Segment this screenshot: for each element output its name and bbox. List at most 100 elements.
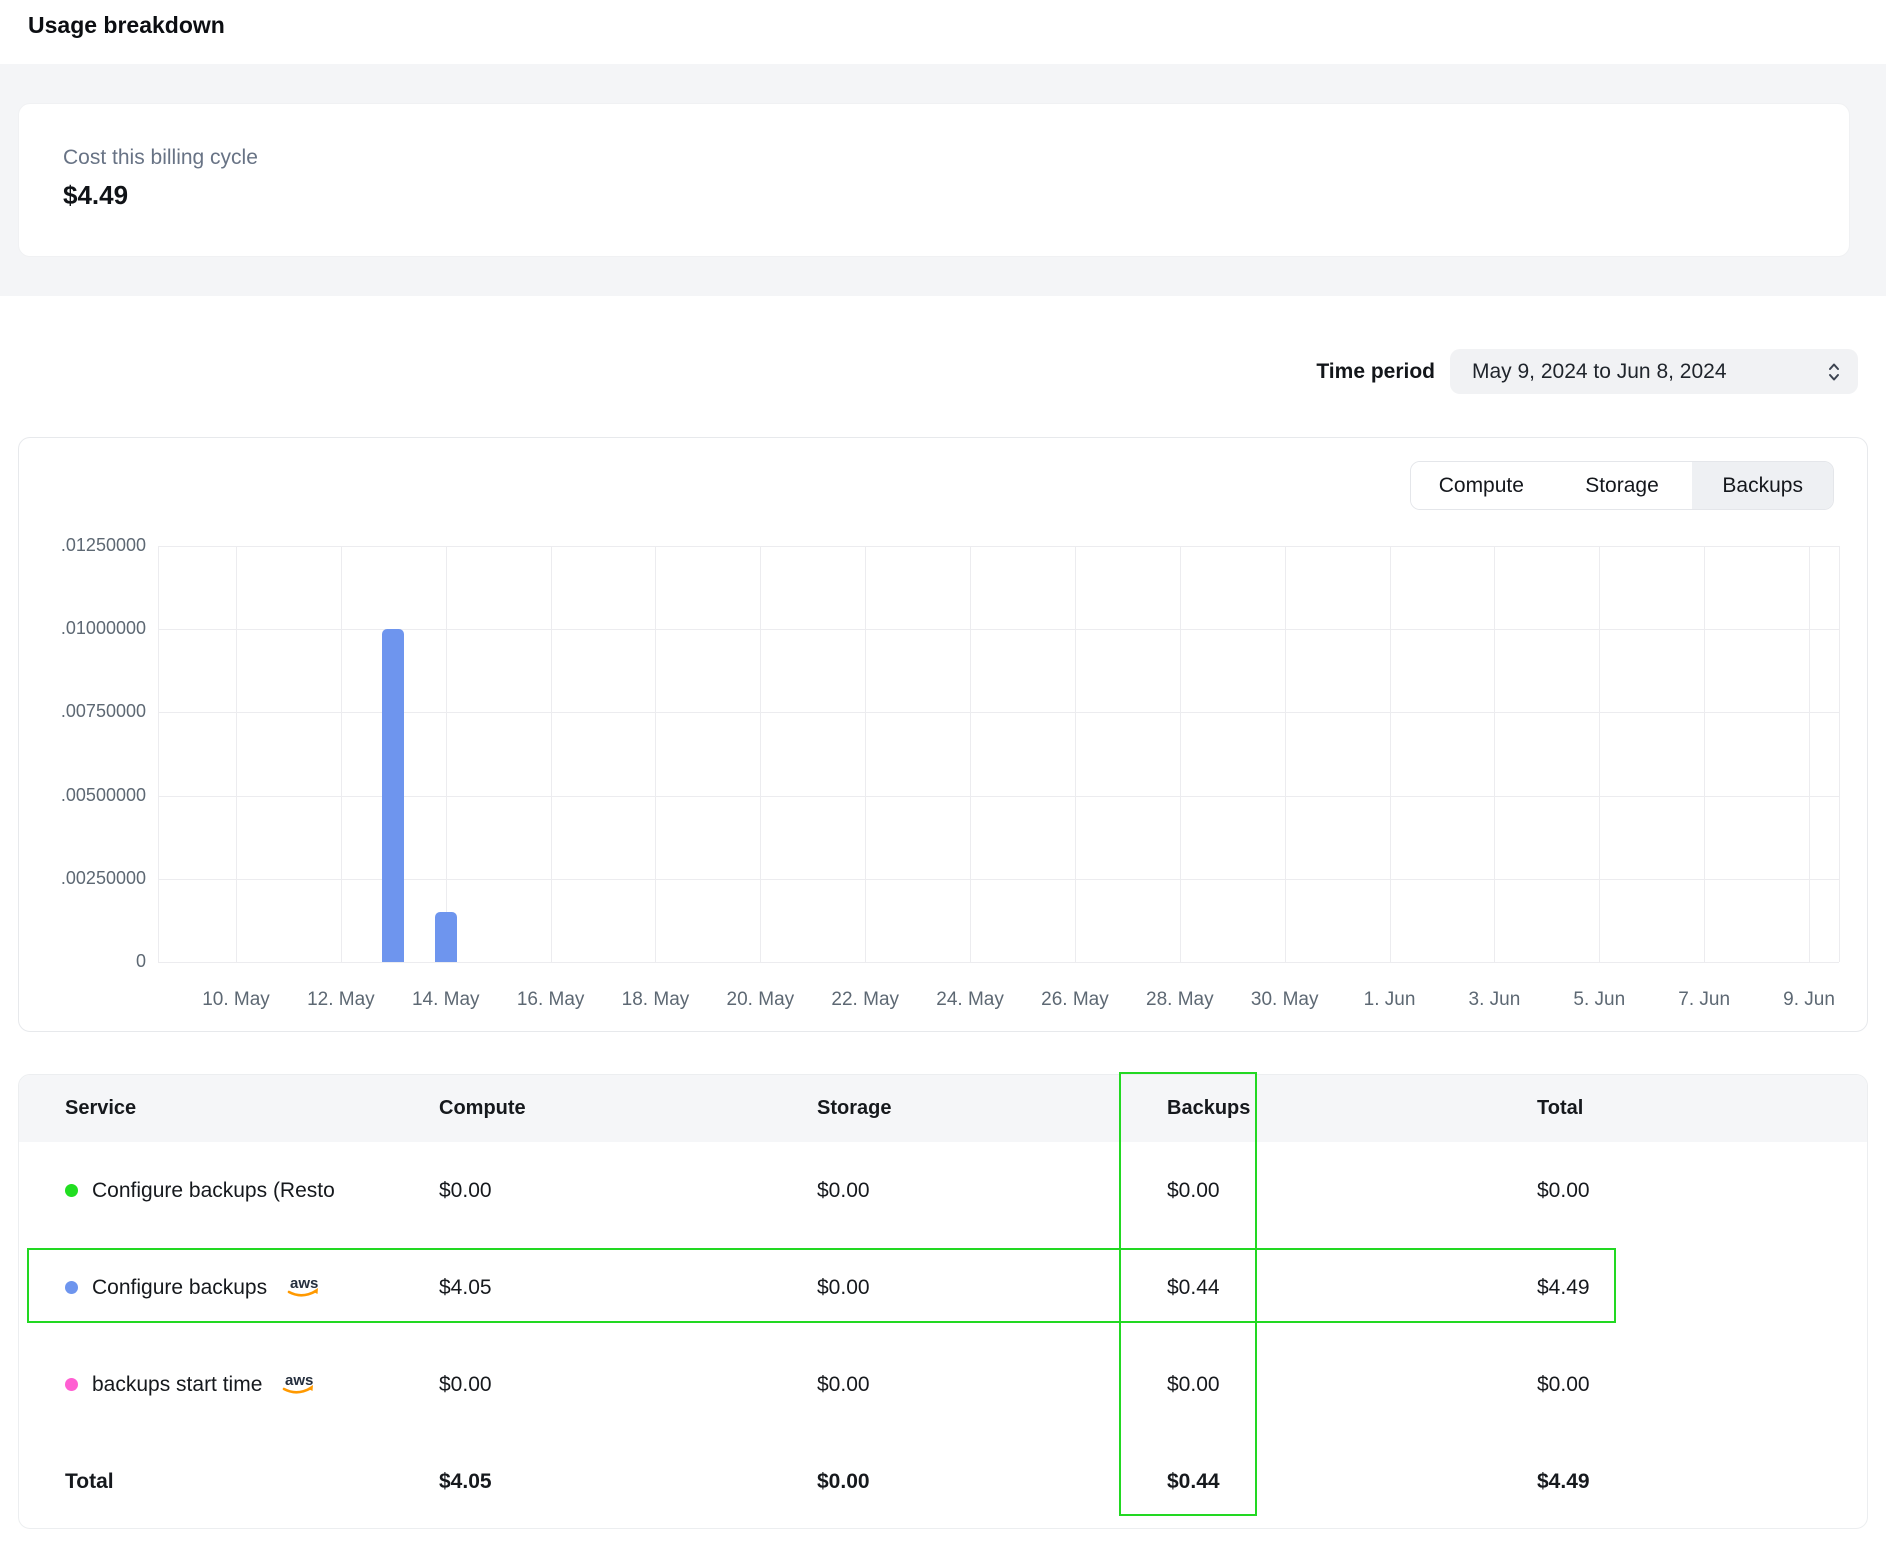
service-cell: Configure backups aws <box>65 1239 325 1336</box>
cost-cycle-value: $4.49 <box>63 180 128 211</box>
x-axis-tick-label: 1. Jun <box>1335 989 1445 1011</box>
total-backups-cell: $0.44 <box>1167 1433 1220 1529</box>
x-axis-tick-label: 9. Jun <box>1754 989 1864 1011</box>
time-period-value: May 9, 2024 to Jun 8, 2024 <box>1472 360 1826 384</box>
service-cell: backups start time aws <box>65 1336 320 1433</box>
backups-bar-chart: .01250000.01000000.00750000.00500000.002… <box>19 438 1867 1031</box>
column-header-backups: Backups <box>1167 1075 1250 1142</box>
x-gridline <box>236 546 237 962</box>
y-gridline <box>158 712 1839 713</box>
usage-table-card: Service Compute Storage Backups Total Config… <box>18 1074 1868 1529</box>
x-gridline <box>760 546 761 962</box>
y-gridline <box>158 879 1839 880</box>
page-title: Usage breakdown <box>28 12 225 39</box>
y-gridline <box>158 546 1839 547</box>
compute-cell: $0.00 <box>439 1142 492 1239</box>
cost-cycle-label: Cost this billing cycle <box>63 146 258 170</box>
compute-cell: $0.00 <box>439 1336 492 1433</box>
x-axis-tick-label: 30. May <box>1230 989 1340 1011</box>
x-axis-tick-label: 5. Jun <box>1544 989 1654 1011</box>
total-compute-cell: $4.05 <box>439 1433 492 1529</box>
column-header-service: Service <box>65 1075 136 1142</box>
x-gridline <box>1285 546 1286 962</box>
plot-right-border <box>1839 546 1840 962</box>
time-period-label: Time period <box>1283 360 1435 384</box>
table-row-3: backups start time aws $0.00 $0.00 $0.00 $0.0… <box>19 1336 1867 1433</box>
aws-icon: aws <box>283 1273 325 1301</box>
total-row-label: Total <box>65 1433 114 1529</box>
x-gridline <box>341 546 342 962</box>
x-gridline <box>446 546 447 962</box>
x-axis-tick-label: 14. May <box>391 989 501 1011</box>
table-row-1: Configure backups (Resto $0.00 $0.00 $0.00 $… <box>19 1142 1867 1239</box>
x-axis-tick-label: 10. May <box>181 989 291 1011</box>
backups-cell: $0.00 <box>1167 1336 1220 1433</box>
total-cell: $4.49 <box>1537 1239 1590 1336</box>
service-name: backups start time <box>92 1373 262 1397</box>
total-storage-cell: $0.00 <box>817 1433 870 1529</box>
table-row-2: Configure backups aws $4.05 $0.00 $0.44 $4.49 <box>19 1239 1867 1336</box>
x-gridline <box>1704 546 1705 962</box>
x-gridline <box>655 546 656 962</box>
svg-text:aws: aws <box>285 1372 313 1389</box>
plot-left-border <box>158 546 159 962</box>
table-header-row: Service Compute Storage Backups Total <box>19 1075 1867 1142</box>
usage-breakdown-page: Usage breakdown Cost this billing cycle … <box>0 0 1886 1548</box>
y-axis-tick-label: .00250000 <box>36 868 146 889</box>
column-header-compute: Compute <box>439 1075 526 1142</box>
y-gridline <box>158 796 1839 797</box>
x-axis-tick-label: 24. May <box>915 989 1025 1011</box>
service-cell: Configure backups (Resto <box>65 1142 335 1239</box>
storage-cell: $0.00 <box>817 1142 870 1239</box>
total-cell: $0.00 <box>1537 1336 1590 1433</box>
column-header-storage: Storage <box>817 1075 891 1142</box>
updown-chevron-icon <box>1826 360 1842 384</box>
service-name: Configure backups (Resto <box>92 1179 335 1203</box>
x-gridline <box>1599 546 1600 962</box>
x-axis-tick-label: 28. May <box>1125 989 1235 1011</box>
x-gridline <box>1075 546 1076 962</box>
storage-cell: $0.00 <box>817 1239 870 1336</box>
x-gridline <box>1809 546 1810 962</box>
x-axis-tick-label: 12. May <box>286 989 396 1011</box>
x-gridline <box>1390 546 1391 962</box>
x-axis-tick-label: 20. May <box>705 989 815 1011</box>
summary-section: Cost this billing cycle $4.49 <box>0 64 1886 296</box>
table-total-row: Total $4.05 $0.00 $0.44 $4.49 <box>19 1433 1867 1529</box>
x-gridline <box>1494 546 1495 962</box>
storage-cell: $0.00 <box>817 1336 870 1433</box>
usage-chart-card: ComputeStorageBackups .01250000.01000000… <box>18 437 1868 1032</box>
y-gridline <box>158 629 1839 630</box>
y-gridline <box>158 962 1839 963</box>
x-gridline <box>970 546 971 962</box>
x-gridline <box>865 546 866 962</box>
y-axis-tick-label: .00500000 <box>36 785 146 806</box>
cost-summary-card: Cost this billing cycle $4.49 <box>18 103 1850 257</box>
y-axis-tick-label: .01000000 <box>36 618 146 639</box>
x-gridline <box>1180 546 1181 962</box>
series-color-dot <box>65 1378 78 1391</box>
service-name: Configure backups <box>92 1276 267 1300</box>
x-axis-tick-label: 3. Jun <box>1439 989 1549 1011</box>
time-period-select[interactable]: May 9, 2024 to Jun 8, 2024 <box>1450 349 1858 394</box>
y-axis-tick-label: 0 <box>36 951 146 972</box>
aws-icon: aws <box>278 1370 320 1398</box>
compute-cell: $4.05 <box>439 1239 492 1336</box>
svg-text:aws: aws <box>290 1275 318 1292</box>
x-axis-tick-label: 22. May <box>810 989 920 1011</box>
total-total-cell: $4.49 <box>1537 1433 1590 1529</box>
x-axis-tick-label: 18. May <box>600 989 710 1011</box>
x-gridline <box>551 546 552 962</box>
x-axis-tick-label: 7. Jun <box>1649 989 1759 1011</box>
column-header-total: Total <box>1537 1075 1583 1142</box>
y-axis-tick-label: .00750000 <box>36 701 146 722</box>
series-color-dot <box>65 1184 78 1197</box>
series-color-dot <box>65 1281 78 1294</box>
backups-cell: $0.00 <box>1167 1142 1220 1239</box>
x-axis-tick-label: 26. May <box>1020 989 1130 1011</box>
chart-bar-13-may[interactable] <box>382 629 404 962</box>
chart-bar-14-may[interactable] <box>435 912 457 962</box>
x-axis-tick-label: 16. May <box>496 989 606 1011</box>
backups-cell: $0.44 <box>1167 1239 1220 1336</box>
total-cell: $0.00 <box>1537 1142 1590 1239</box>
